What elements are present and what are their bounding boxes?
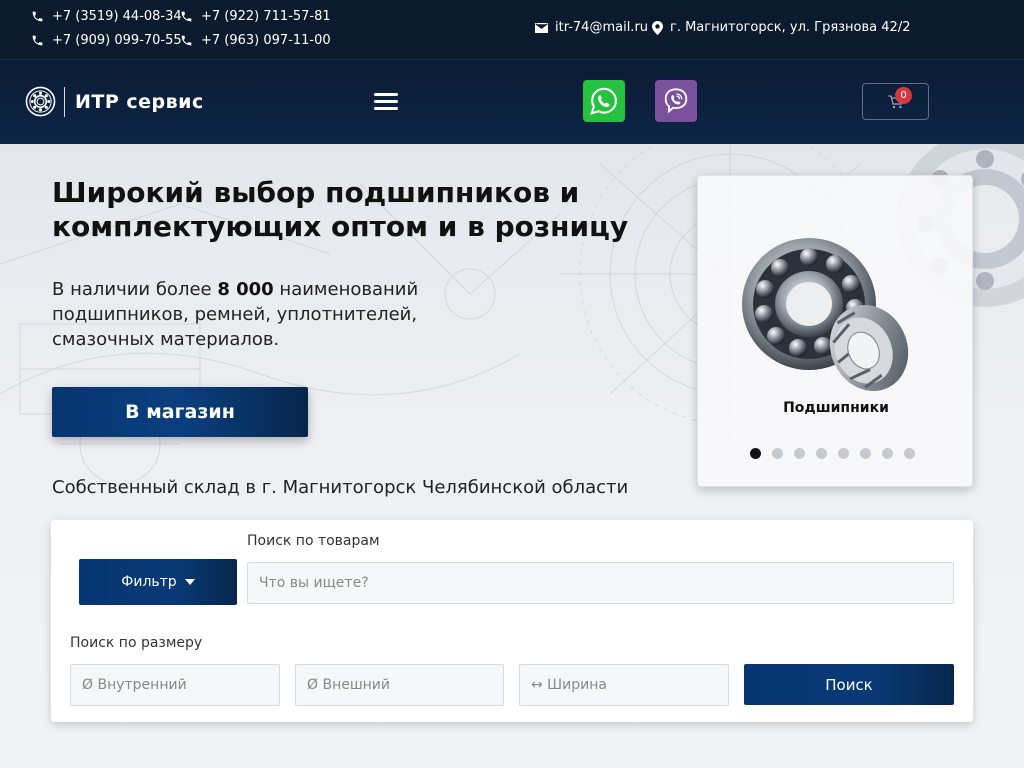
slider-dot-6[interactable]: [860, 448, 871, 459]
whatsapp-icon: [590, 87, 617, 115]
phone-icon: [32, 11, 43, 22]
phone-link-3[interactable]: +7 (909) 099-70-55: [31, 33, 182, 48]
slider-dot-2[interactable]: [772, 448, 783, 459]
products-search-label: Поиск по товарам: [247, 533, 380, 549]
shop-button[interactable]: В магазин: [52, 387, 308, 437]
logo-divider: [64, 86, 65, 117]
site-logo[interactable]: ИТР сервис: [25, 86, 204, 117]
viber-button[interactable]: [655, 80, 697, 122]
outer-diameter-input[interactable]: Ø Внешний: [295, 664, 504, 706]
filter-button[interactable]: Фильтр: [79, 559, 237, 605]
slider-dot-7[interactable]: [882, 448, 893, 459]
hero-title: Широкий выбор подшипников и комплектующи…: [52, 176, 629, 243]
email-text: itr-74@mail.ru: [555, 20, 649, 35]
inner-diameter-input[interactable]: Ø Внутренний: [70, 664, 280, 706]
phone-link-2[interactable]: +7 (922) 711-57-81: [180, 9, 331, 24]
warehouse-note: Собственный склад в г. Магнитогорск Челя…: [52, 477, 629, 498]
hero-description: В наличии более 8 000 наименований подши…: [52, 277, 492, 352]
phone-link-1[interactable]: +7 (3519) 44-08-34: [31, 9, 182, 24]
viber-icon: [664, 88, 688, 114]
products-search-input[interactable]: Что вы ищете?: [247, 562, 954, 604]
slider-dot-3[interactable]: [794, 448, 805, 459]
top-contact-bar: +7 (3519) 44-08-34 +7 (922) 711-57-81 +7…: [0, 0, 1024, 60]
phone-number: +7 (963) 097-11-00: [201, 33, 331, 48]
caret-down-icon: [184, 579, 195, 585]
map-pin-icon: [652, 20, 663, 35]
slider-dot-8[interactable]: [904, 448, 915, 459]
address-text: г. Магнитогорск, ул. Грязнова 42/2: [670, 20, 911, 35]
address-info: г. Магнитогорск, ул. Грязнова 42/2: [652, 20, 910, 35]
width-input[interactable]: ↔ Ширина: [519, 664, 729, 706]
phone-icon: [32, 35, 43, 46]
slider-dot-1[interactable]: [750, 448, 761, 459]
slider-dot-4[interactable]: [816, 448, 827, 459]
main-header: ИТР сервис 0: [0, 60, 1024, 144]
hero-section: Широкий выбор подшипников и комплектующи…: [0, 144, 1024, 768]
search-panel: Фильтр Поиск по товарам Что вы ищете? По…: [51, 520, 973, 722]
phone-number: +7 (922) 711-57-81: [201, 9, 331, 24]
email-link[interactable]: itr-74@mail.ru: [535, 20, 648, 35]
phone-link-4[interactable]: +7 (963) 097-11-00: [180, 33, 331, 48]
cart-button[interactable]: 0: [862, 83, 929, 120]
phone-number: +7 (3519) 44-08-34: [52, 9, 182, 24]
item-count: 8 000: [217, 279, 274, 300]
hero-text-part: В наличии более: [52, 279, 218, 300]
product-category-slider[interactable]: Подшипники: [697, 175, 973, 487]
slider-pagination: [750, 448, 915, 459]
logo-text: ИТР сервис: [75, 90, 204, 113]
size-search-label: Поиск по размеру: [70, 635, 203, 651]
cart-count-badge: 0: [895, 87, 912, 104]
bearing-logo-icon: [25, 86, 56, 117]
phone-icon: [181, 35, 192, 46]
phone-icon: [181, 11, 192, 22]
bearing-product-image: [742, 238, 909, 391]
slide-caption: Подшипники: [783, 400, 889, 416]
filter-button-label: Фильтр: [121, 574, 177, 590]
menu-icon[interactable]: [374, 93, 398, 111]
search-button[interactable]: Поиск: [744, 664, 954, 705]
slider-dot-5[interactable]: [838, 448, 849, 459]
phone-number: +7 (909) 099-70-55: [52, 33, 182, 48]
whatsapp-button[interactable]: [583, 80, 625, 122]
envelope-icon: [535, 22, 548, 33]
